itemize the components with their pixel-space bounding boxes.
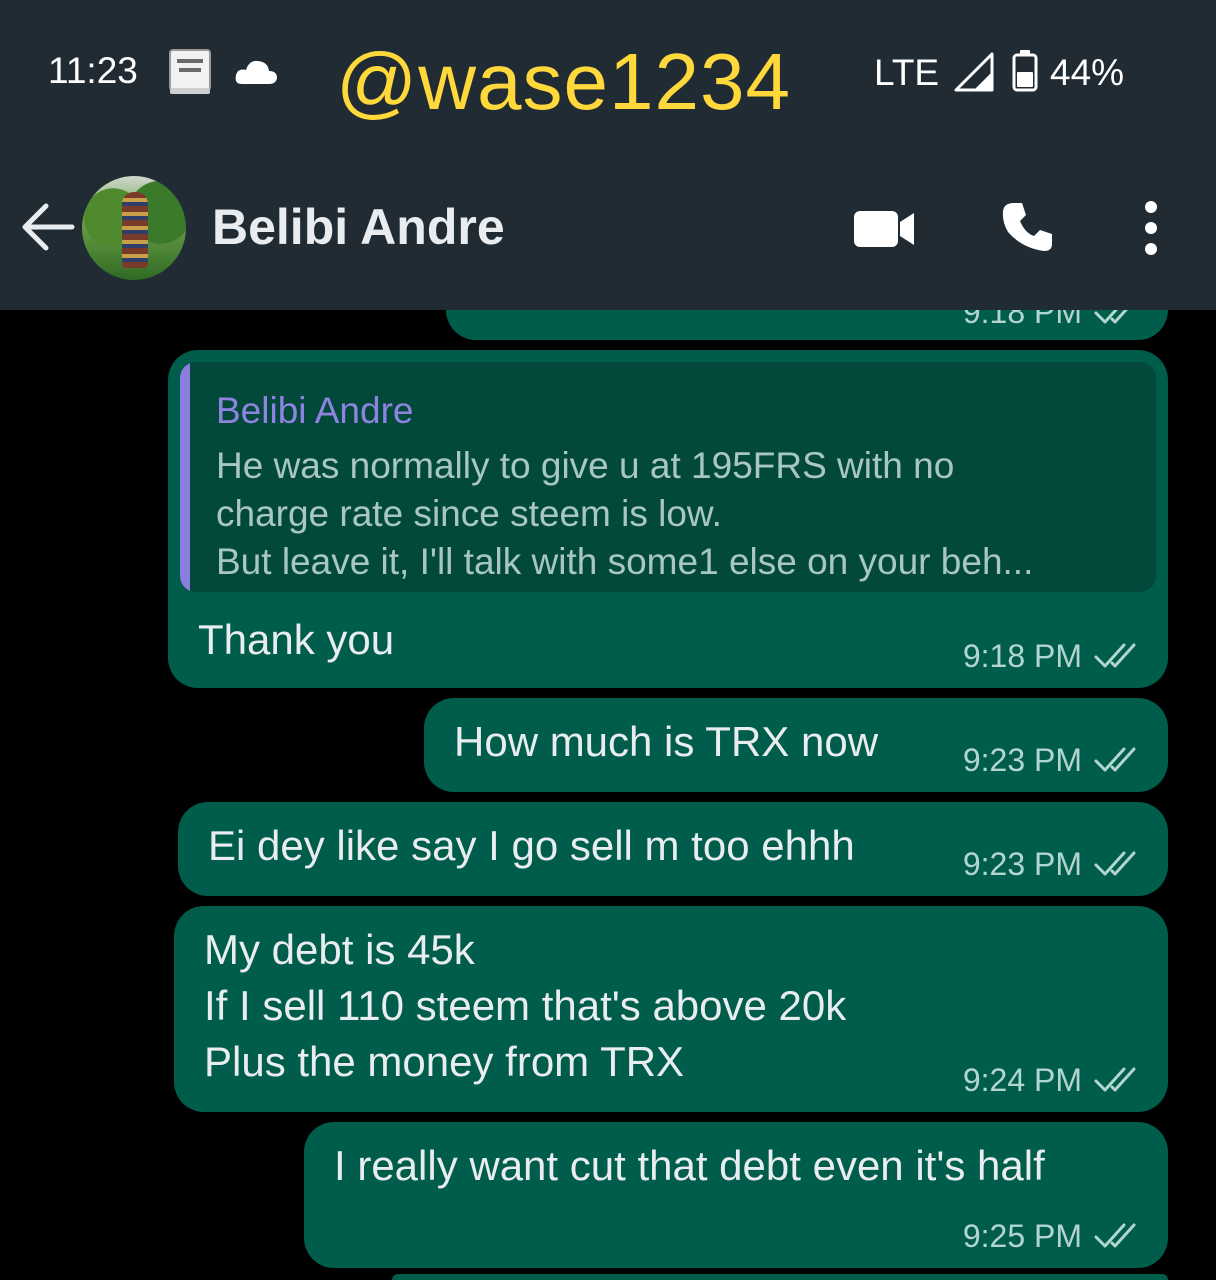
double-check-icon [1094, 643, 1136, 668]
message-bubble-partial[interactable] [392, 1274, 1168, 1280]
quote-accent-bar [180, 362, 190, 592]
message-meta: 9:23 PM [963, 844, 1142, 884]
message-meta: 9:24 PM [963, 1060, 1142, 1100]
message-time: 9:23 PM [962, 742, 1082, 778]
message-text: Ei dey like say I go sell m too ehhh [208, 822, 855, 869]
message-text: My debt is 45k If I sell 110 steem that'… [204, 926, 847, 1085]
message-time: 9:23 PM [962, 846, 1082, 882]
watermark: @wase1234 [336, 37, 791, 126]
bible-icon [169, 49, 211, 94]
double-check-icon [1094, 747, 1136, 772]
message-text: I really want cut that debt even it's ha… [334, 1142, 1045, 1189]
message-time: 9:18 PM [962, 638, 1082, 674]
cloud-icon [235, 60, 277, 84]
message-meta: 9:25 PM [963, 1216, 1142, 1256]
double-check-icon [1094, 1223, 1136, 1248]
message-text: Thank you [198, 616, 395, 663]
network-label: LTE [874, 52, 940, 93]
message-bubble[interactable]: Ei dey like say I go sell m too ehhh 9:2… [178, 802, 1168, 896]
message-meta: 9:23 PM [963, 740, 1142, 780]
double-check-icon [1094, 1067, 1136, 1092]
avatar[interactable] [82, 176, 186, 280]
battery-percent: 44% [1050, 52, 1125, 93]
message-time: 9:25 PM [962, 1218, 1082, 1254]
chat-header: Belibi Andre [0, 150, 1216, 310]
quote-text: He was normally to give u at 195FRS with… [216, 445, 1034, 582]
status-bar: 11:23 @wase1234 LTE 44% [0, 0, 1216, 150]
video-call-icon[interactable] [854, 208, 916, 250]
phone-icon[interactable] [1000, 200, 1054, 254]
message-bubble[interactable]: How much is TRX now 9:23 PM [424, 698, 1168, 792]
double-check-icon [1094, 851, 1136, 876]
message-bubble[interactable]: I really want cut that debt even it's ha… [304, 1122, 1168, 1268]
contact-name[interactable]: Belibi Andre [212, 196, 505, 258]
back-arrow-icon[interactable] [20, 202, 76, 252]
signal-icon [954, 52, 994, 92]
quote-author: Belibi Andre [216, 390, 414, 431]
message-bubble-reply[interactable]: Belibi Andre He was normally to give u a… [168, 350, 1168, 688]
status-time: 11:23 [48, 50, 138, 91]
message-text: How much is TRX now [454, 718, 879, 765]
quoted-message[interactable]: Belibi Andre He was normally to give u a… [180, 362, 1156, 592]
battery-icon [1012, 50, 1038, 92]
message-meta: 9:18 PM [963, 636, 1142, 676]
message-time: 9:24 PM [962, 1062, 1082, 1098]
more-options-icon[interactable] [1138, 200, 1164, 256]
message-bubble[interactable]: My debt is 45k If I sell 110 steem that'… [174, 906, 1168, 1112]
